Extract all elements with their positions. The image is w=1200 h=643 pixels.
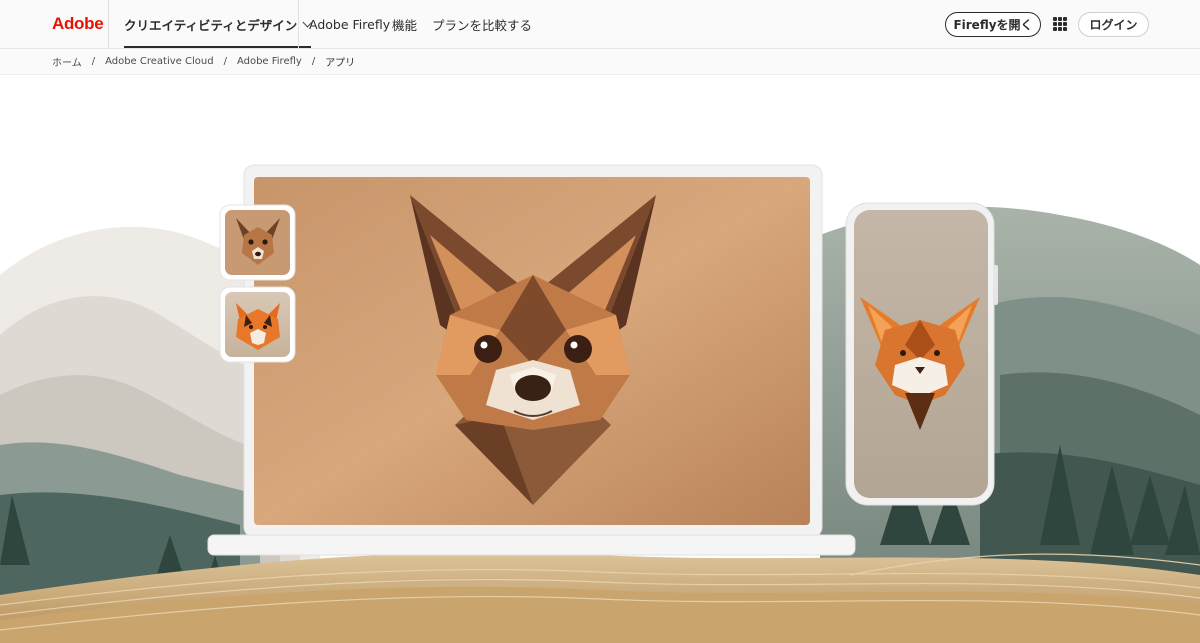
breadcrumb-separator: / [311,56,316,67]
hero-illustration [0,75,1200,643]
adobe-logo-text: Adobe [52,14,104,33]
nav-item-creativity-design[interactable]: クリエイティビティとデザイン [124,0,313,48]
nav-item-label: プランを比較する [432,17,533,33]
login-button[interactable]: ログイン [1078,12,1149,37]
nav-divider [298,0,299,48]
open-firefly-label: Fireflyを開く [953,18,1033,32]
breadcrumb-home[interactable]: ホーム [52,54,82,69]
breadcrumb: ホーム / Adobe Creative Cloud / Adobe Firef… [0,49,1200,75]
nav-divider [108,0,109,48]
hero-artwork [0,164,1200,643]
breadcrumb-firefly[interactable]: Adobe Firefly [237,56,302,67]
login-label: ログイン [1089,18,1138,32]
breadcrumb-current: アプリ [325,58,356,69]
nav-item-features[interactable]: 機能 [392,0,417,48]
nav-item-label: Adobe Firefly [309,16,391,32]
open-firefly-button[interactable]: Fireflyを開く [945,12,1041,37]
global-nav: Adobe クリエイティビティとデザイン Adobe Firefly 機能 プラ… [0,0,1200,49]
nav-item-label: クリエイティビティとデザイン [124,17,298,33]
breadcrumb-separator: / [223,56,227,67]
apps-grid-icon[interactable] [1053,17,1067,31]
nav-item-label: 機能 [392,17,418,33]
nav-item-compare-plans[interactable]: プランを比較する [432,0,532,48]
breadcrumb-creative-cloud[interactable]: Adobe Creative Cloud [105,56,213,67]
adobe-logo[interactable]: Adobe [52,14,104,34]
nav-item-adobe-firefly[interactable]: Adobe Firefly [309,0,390,48]
breadcrumb-separator: / [91,56,96,67]
